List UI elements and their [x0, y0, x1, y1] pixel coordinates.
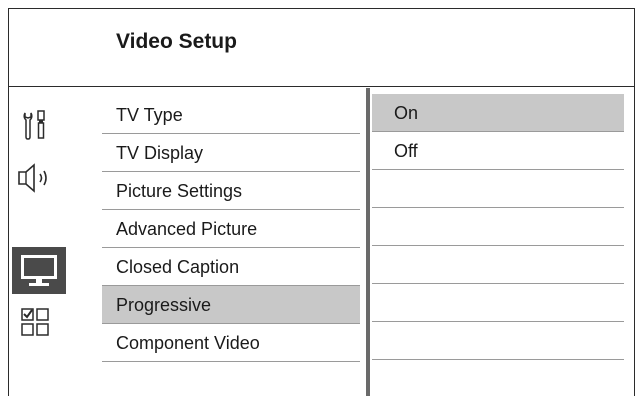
menu-item-label: Picture Settings — [116, 181, 243, 201]
column-divider — [366, 88, 370, 396]
menu-item-label: Advanced Picture — [116, 219, 258, 239]
checkbox-grid-icon — [21, 308, 49, 336]
page-title: Video Setup — [116, 30, 237, 53]
option-off[interactable]: Off — [372, 132, 624, 170]
menu-item-closed-caption[interactable]: Closed Caption — [102, 248, 360, 286]
menu-item-picture-settings[interactable]: Picture Settings — [102, 172, 360, 210]
video-setup-menu: TV Type TV Display Picture Settings Adva… — [102, 96, 360, 362]
menu-item-tv-type[interactable]: TV Type — [102, 96, 360, 134]
progressive-options: On Off — [372, 94, 624, 360]
option-label: On — [394, 103, 419, 123]
option-label: Off — [394, 141, 418, 161]
menu-item-component-video[interactable]: Component Video — [102, 324, 360, 362]
speaker-icon — [18, 163, 47, 193]
menu-item-progressive[interactable]: Progressive — [102, 286, 360, 324]
general-setup-icon[interactable] — [10, 104, 60, 144]
audio-setup-icon[interactable] — [10, 158, 60, 198]
menu-item-label: Closed Caption — [116, 257, 240, 277]
option-empty-row — [372, 170, 624, 208]
menu-item-label: Progressive — [116, 295, 212, 315]
option-on[interactable]: On — [372, 94, 624, 132]
menu-item-label: Component Video — [116, 333, 260, 353]
monitor-icon — [21, 254, 57, 286]
option-empty-row — [372, 246, 624, 284]
option-empty-row — [372, 208, 624, 246]
option-empty-row — [372, 284, 624, 322]
menu-item-advanced-picture[interactable]: Advanced Picture — [102, 210, 360, 248]
menu-item-label: TV Type — [116, 105, 183, 125]
option-empty-row — [372, 322, 624, 360]
title-divider — [8, 86, 635, 87]
wrench-screwdriver-icon — [23, 110, 45, 140]
menu-item-label: TV Display — [116, 143, 204, 163]
preference-setup-icon[interactable] — [10, 302, 60, 342]
menu-item-tv-display[interactable]: TV Display — [102, 134, 360, 172]
video-setup-icon[interactable] — [12, 247, 66, 294]
